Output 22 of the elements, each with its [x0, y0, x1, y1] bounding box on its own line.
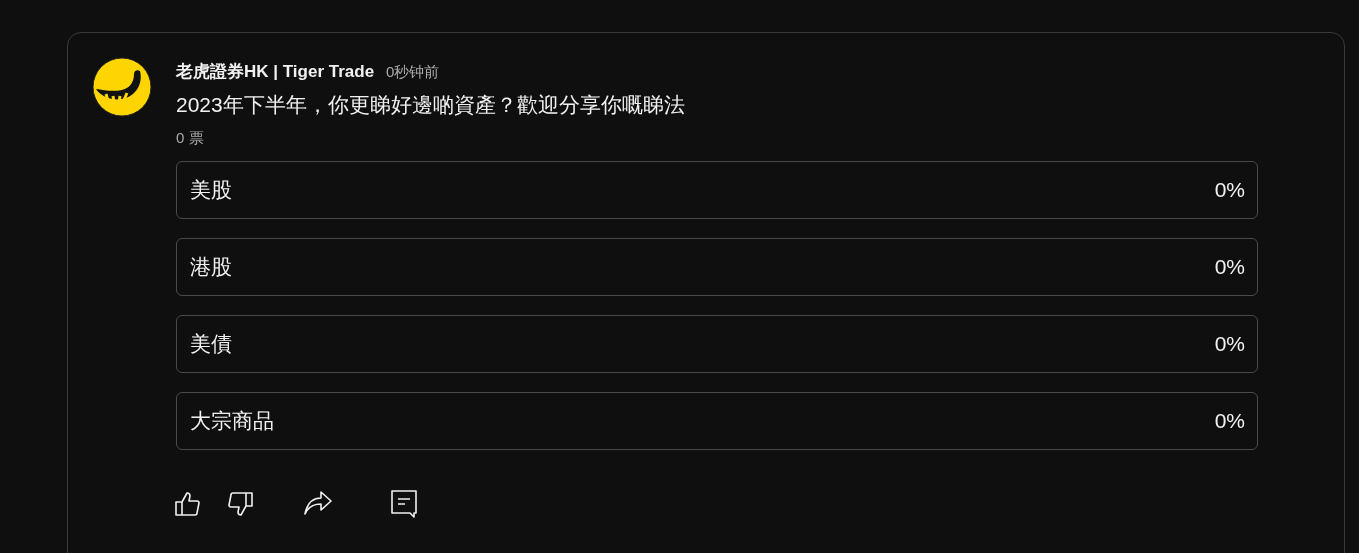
tiger-logo-avatar: [92, 57, 152, 117]
option-percent: 0%: [1214, 178, 1245, 202]
option-label: 美股: [190, 177, 232, 203]
poll-option[interactable]: 大宗商品 0%: [176, 392, 1258, 450]
poll-question: 2023年下半年，你更睇好邊啲資產？歡迎分享你嘅睇法: [176, 92, 686, 118]
thumbs-up-icon: [174, 490, 202, 518]
poll-option[interactable]: 美債 0%: [176, 315, 1258, 373]
comment-icon: [390, 489, 418, 519]
option-percent: 0%: [1214, 409, 1245, 433]
author-name[interactable]: 老虎證券HK | Tiger Trade: [176, 60, 375, 83]
option-label: 美債: [190, 331, 232, 357]
share-arrow-icon: [303, 490, 333, 518]
poll-option[interactable]: 港股 0%: [176, 238, 1258, 296]
option-percent: 0%: [1214, 332, 1245, 356]
vote-count: 0 票: [176, 129, 205, 148]
comment-button[interactable]: [388, 488, 420, 520]
thumbs-down-icon: [226, 490, 254, 518]
option-label: 大宗商品: [190, 408, 274, 434]
post-time: 0秒钟前: [386, 63, 440, 82]
option-label: 港股: [190, 254, 232, 280]
poll-option[interactable]: 美股 0%: [176, 161, 1258, 219]
option-percent: 0%: [1214, 255, 1245, 279]
